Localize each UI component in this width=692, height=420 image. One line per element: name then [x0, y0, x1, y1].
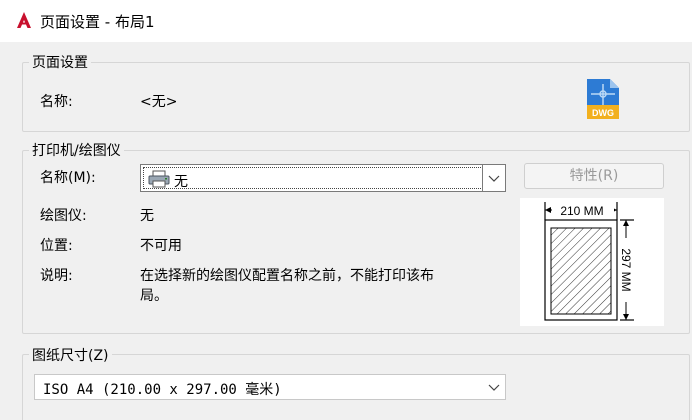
page-setup-group-title: 页面设置 [29, 52, 91, 72]
paper-size-dropdown[interactable]: ISO A4 (210.00 x 297.00 毫米) [34, 374, 506, 400]
plotter-value: 无 [140, 208, 154, 224]
plotter-label: 绘图仪: [40, 208, 87, 224]
dropdown-divider [482, 164, 483, 192]
preview-height-label: 297 MM [619, 248, 633, 291]
chevron-down-icon[interactable] [487, 173, 501, 183]
title-bar: 页面设置 - 布局1 [0, 0, 692, 42]
svg-text:DWG: DWG [592, 108, 614, 118]
autocad-logo-icon [17, 12, 31, 28]
preview-width-label: 210 MM [560, 204, 603, 218]
description-label: 说明: [40, 268, 73, 284]
printer-icon [148, 170, 170, 188]
description-line-2: 局。 [140, 288, 168, 304]
plotter-name-value: 无 [174, 174, 188, 190]
plotter-name-dropdown-focus: 无 [143, 167, 483, 190]
plotter-name-dropdown[interactable]: 无 [140, 164, 506, 192]
properties-button[interactable]: 特性(R) [524, 163, 664, 189]
paper-preview: 210 MM 297 MM [520, 198, 664, 326]
plotter-group-title: 打印机/绘图仪 [29, 140, 124, 160]
page-setup-name-label: 名称: [40, 94, 73, 110]
paper-size-value: ISO A4 (210.00 x 297.00 毫米) [43, 382, 282, 398]
page-setup-name-value: <无> [140, 94, 178, 110]
location-label: 位置: [40, 238, 73, 254]
window-title: 页面设置 - 布局1 [40, 13, 155, 31]
description-line-1: 在选择新的绘图仪配置名称之前，不能打印该布 [140, 268, 434, 284]
location-value: 不可用 [140, 238, 182, 254]
paper-preview-drawing: 210 MM 297 MM [544, 202, 635, 321]
dwg-file-icon: DWG [587, 79, 619, 119]
paper-size-group-title: 图纸尺寸(Z) [29, 345, 112, 365]
plotter-name-label: 名称(M): [40, 170, 96, 186]
chevron-down-icon[interactable] [487, 382, 501, 392]
